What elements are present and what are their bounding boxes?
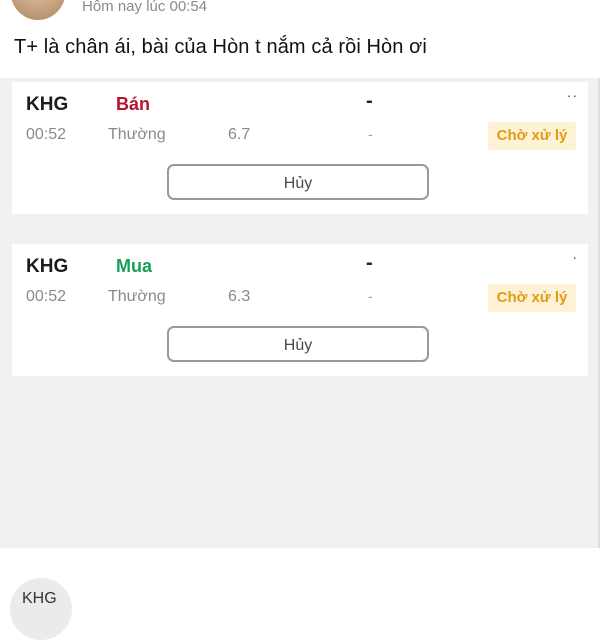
order-time: 00:52 [26,288,67,305]
order-type: Thường [108,288,166,305]
next-post-avatar[interactable] [10,578,72,640]
post-timestamp: Hôm nay lúc 00:54 [82,0,208,15]
cancel-order-button[interactable]: Hủy [167,326,429,362]
order-time: 00:52 [26,126,67,143]
order-matched-dash: - [368,288,373,304]
status-badge: Chờ xử lý [488,284,576,312]
order-price: 6.7 [228,126,251,143]
order-side: Bán [116,94,151,114]
order-quantity-dash: - [366,252,373,274]
order-card: KHG Bán - ·· 00:52 Thường 6.7 - Chờ xử l… [12,82,588,214]
post-text: T+ là chân ái, bài của Hòn t nắm cả rồi … [14,36,427,58]
more-icon[interactable]: · [572,249,578,265]
order-card: KHG Mua - · 00:52 Thường 6.3 - Chờ xử lý… [12,244,588,376]
status-badge: Chờ xử lý [488,122,576,150]
post-header: Hôm nay lúc 00:54 [0,0,600,30]
more-icon[interactable]: ·· [567,87,578,103]
order-stock-code: KHG [26,256,69,277]
order-type: Thường [108,126,166,143]
order-quantity-dash: - [366,90,373,112]
avatar[interactable] [10,0,66,20]
order-stock-code: KHG [26,94,69,115]
cancel-order-button[interactable]: Hủy [167,164,429,200]
next-post-code: KHG [22,590,57,607]
order-price: 6.3 [228,288,251,305]
order-matched-dash: - [368,126,373,142]
order-side: Mua [116,256,152,276]
